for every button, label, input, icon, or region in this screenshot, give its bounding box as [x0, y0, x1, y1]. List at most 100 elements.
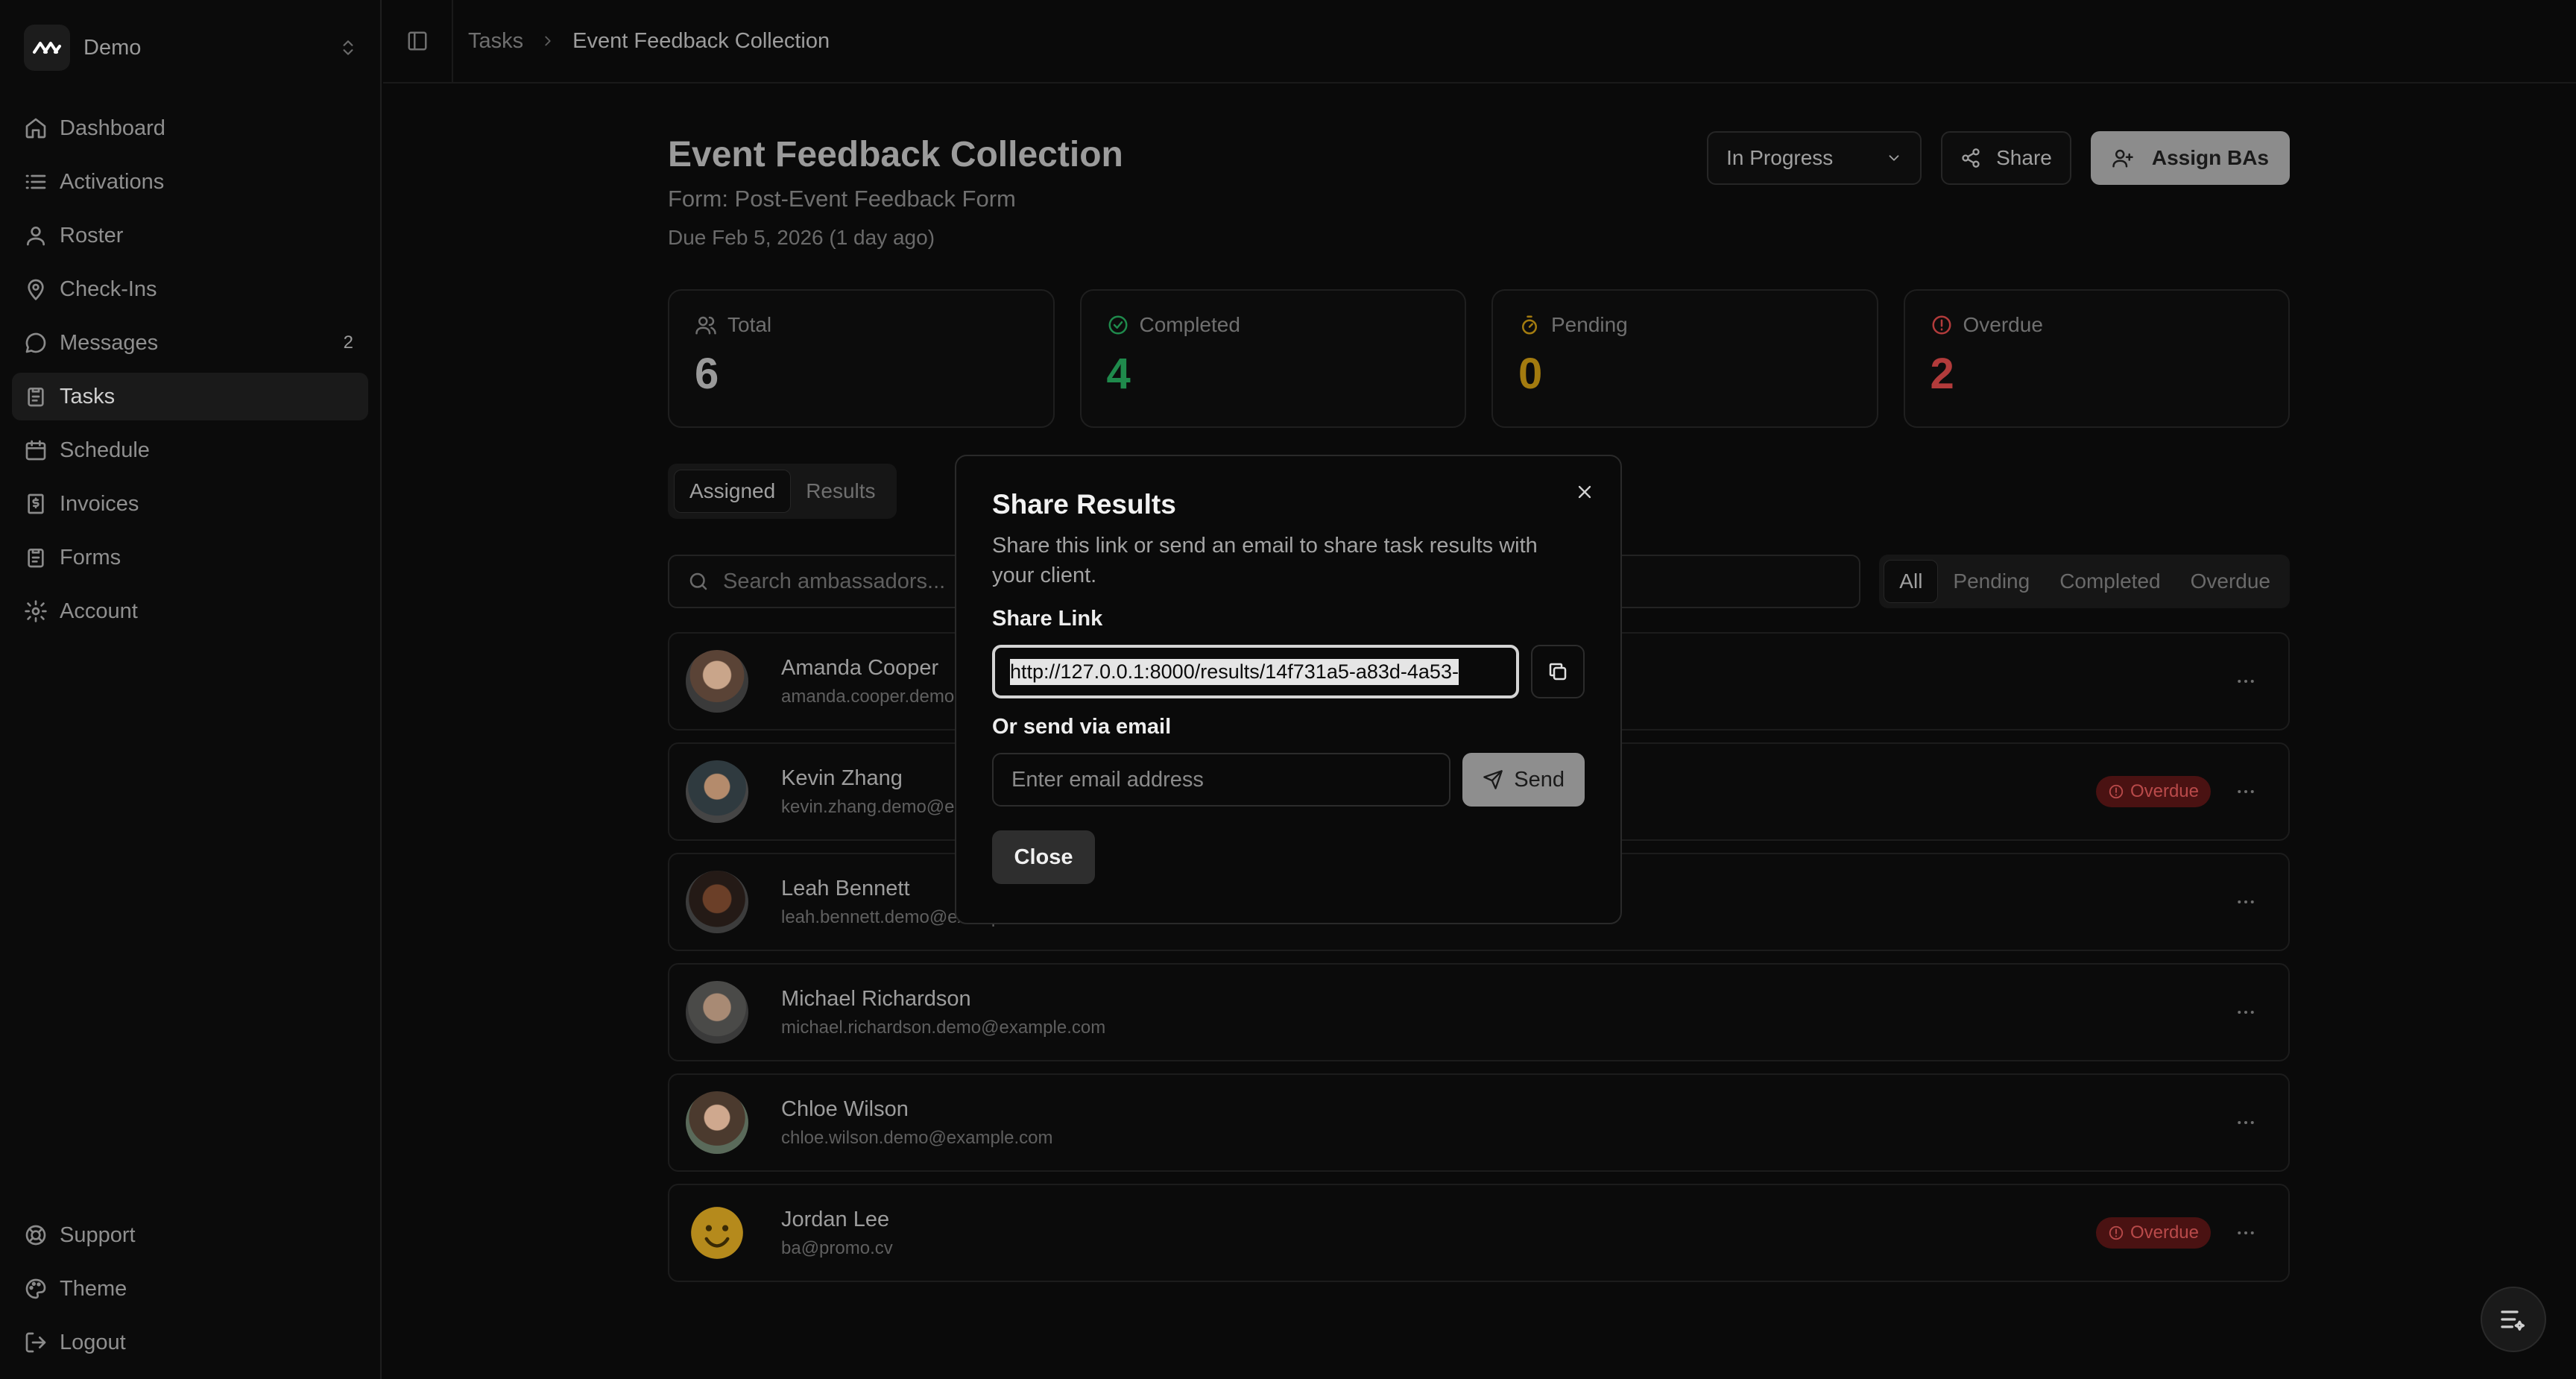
more-horizontal-icon [2238, 900, 2254, 903]
breadcrumb-tasks-link[interactable]: Tasks [468, 29, 523, 54]
workspace-switcher[interactable]: Demo [24, 24, 358, 72]
chevron-right-icon [540, 33, 556, 49]
logout-icon [25, 1332, 46, 1353]
breadcrumb: Tasks Event Feedback Collection [468, 29, 830, 54]
filter-completed[interactable]: Completed [2045, 560, 2175, 603]
avatar [686, 981, 748, 1044]
palette-icon [25, 1278, 46, 1299]
task-detail: Event Feedback Collection Form: Post-Eve… [668, 127, 2290, 1282]
sidebar-item-roster[interactable]: Roster [12, 212, 368, 259]
filter-overdue[interactable]: Overdue [2176, 560, 2285, 603]
sidebar-footer: Support Theme Logout [12, 1211, 368, 1372]
sidebar-item-label: Support [60, 1222, 136, 1247]
form-name: Form: Post-Event Feedback Form [668, 186, 1016, 212]
row-menu-button[interactable] [2235, 891, 2257, 913]
workspace-name: Demo [83, 35, 142, 60]
sidebar-toggle-button[interactable] [383, 30, 452, 52]
row-menu-button[interactable] [2235, 780, 2257, 803]
row-menu-button[interactable] [2235, 1222, 2257, 1244]
assign-bas-label: Assign BAs [2151, 146, 2269, 169]
filter-pending[interactable]: Pending [1938, 560, 2045, 603]
sidebar-item-dashboard[interactable]: Dashboard [12, 104, 368, 152]
sidebar-item-forms[interactable]: Forms [12, 534, 368, 581]
send-icon [1483, 770, 1503, 789]
copy-link-button[interactable] [1531, 645, 1585, 698]
floating-tasks-button[interactable] [2481, 1287, 2546, 1352]
breadcrumb-current: Event Feedback Collection [572, 28, 830, 53]
share-button[interactable]: Share [1941, 131, 2071, 185]
stat-value: 0 [1518, 350, 1543, 398]
sidebar-item-check-ins[interactable]: Check-Ins [12, 265, 368, 313]
row-menu-button[interactable] [2235, 1001, 2257, 1023]
stat-label: Total [727, 313, 772, 336]
share-link-row: http://127.0.0.1:8000/results/14f731a5-a… [992, 645, 1585, 698]
stats-row: Total 6 Completed 4 Pending 0 Overdue 2 [668, 289, 2290, 428]
tab-results[interactable]: Results [791, 470, 890, 513]
more-horizontal-icon [2238, 1231, 2254, 1234]
stat-card-total: Total 6 [668, 289, 1055, 428]
timer-icon [1522, 315, 1537, 335]
sidebar-item-label: Logout [60, 1330, 126, 1354]
send-email-button[interactable]: Send [1462, 753, 1585, 807]
sidebar-item-label: Dashboard [60, 116, 165, 140]
sidebar-item-label: Tasks [60, 384, 116, 408]
sidebar-nav: Dashboard Activations Roster Check-Ins M… [12, 104, 368, 641]
assign-bas-button[interactable]: Assign BAs [2090, 131, 2290, 185]
sidebar-item-label: Invoices [60, 491, 139, 516]
share-icon [1962, 148, 1980, 168]
sidebar-item-account[interactable]: Account [12, 587, 368, 635]
stat-card-overdue: Overdue 2 [1903, 289, 2290, 428]
close-button[interactable]: Close [992, 830, 1095, 884]
share-link-field[interactable]: http://127.0.0.1:8000/results/14f731a5-a… [992, 645, 1520, 698]
filter-all[interactable]: All [1884, 560, 1939, 603]
topbar-divider [452, 0, 453, 82]
list-sparkle-icon [2501, 1310, 2525, 1331]
sidebar-item-label: Roster [60, 223, 124, 247]
status-filter: All Pending Completed Overdue [1879, 555, 2290, 608]
status-select[interactable]: In Progress [1707, 131, 1922, 185]
sidebar-item-schedule[interactable]: Schedule [12, 426, 368, 474]
avatar [686, 1091, 748, 1154]
email-field[interactable]: Enter email address [992, 753, 1451, 807]
sidebar-item-tasks[interactable]: Tasks [12, 373, 368, 420]
share-link-value: http://127.0.0.1:8000/results/14f731a5-a… [1010, 658, 1459, 685]
sidebar-item-activations[interactable]: Activations [12, 158, 368, 206]
more-horizontal-icon [2238, 790, 2254, 793]
topbar: Tasks Event Feedback Collection [383, 0, 2576, 83]
chevrons-up-down-icon [338, 38, 358, 57]
sidebar-item-logout[interactable]: Logout [12, 1319, 368, 1366]
user-plus-icon [2112, 149, 2133, 168]
more-horizontal-icon [2238, 1121, 2254, 1124]
share-link-label: Share Link [992, 607, 1103, 631]
row-menu-button[interactable] [2235, 1111, 2257, 1134]
receipt-icon [28, 493, 44, 514]
search-icon [689, 572, 707, 590]
sidebar-item-invoices[interactable]: Invoices [12, 480, 368, 528]
ambassador-row[interactable]: Jordan Lee ba@promo.cv Overdue [668, 1184, 2290, 1282]
tab-assigned[interactable]: Assigned [674, 470, 792, 513]
user-icon [27, 227, 45, 246]
ambassador-row[interactable]: Michael Richardson michael.richardson.de… [668, 963, 2290, 1061]
header-actions: In Progress Share Assign BAs [1707, 131, 2290, 185]
ambassador-row[interactable]: Chloe Wilson chloe.wilson.demo@example.c… [668, 1073, 2290, 1172]
lifebuoy-icon [25, 1225, 46, 1246]
sidebar-item-messages[interactable]: Messages 2 [12, 319, 368, 367]
avatar [686, 1202, 748, 1264]
sidebar-item-label: Forms [60, 545, 121, 569]
row-menu-button[interactable] [2235, 670, 2257, 692]
due-date: Due Feb 5, 2026 (1 day ago) [668, 226, 935, 249]
avatar [686, 871, 748, 933]
sidebar-item-support[interactable]: Support [12, 1211, 368, 1259]
sidebar-item-theme[interactable]: Theme [12, 1265, 368, 1313]
overdue-badge-label: Overdue [2130, 1222, 2199, 1243]
view-tabs: Assigned Results [668, 464, 897, 519]
check-circle-icon [1108, 315, 1127, 335]
avatar [686, 650, 748, 713]
search-placeholder: Search ambassadors... [723, 569, 946, 593]
ambassador-email: ba@promo.cv [781, 1237, 893, 1258]
close-dialog-button[interactable] [1574, 482, 1595, 502]
ambassador-email: chloe.wilson.demo@example.com [781, 1127, 1053, 1148]
alert-circle-icon [2109, 1225, 2124, 1240]
email-row: Enter email address Send [992, 753, 1585, 807]
avatar [686, 760, 748, 823]
